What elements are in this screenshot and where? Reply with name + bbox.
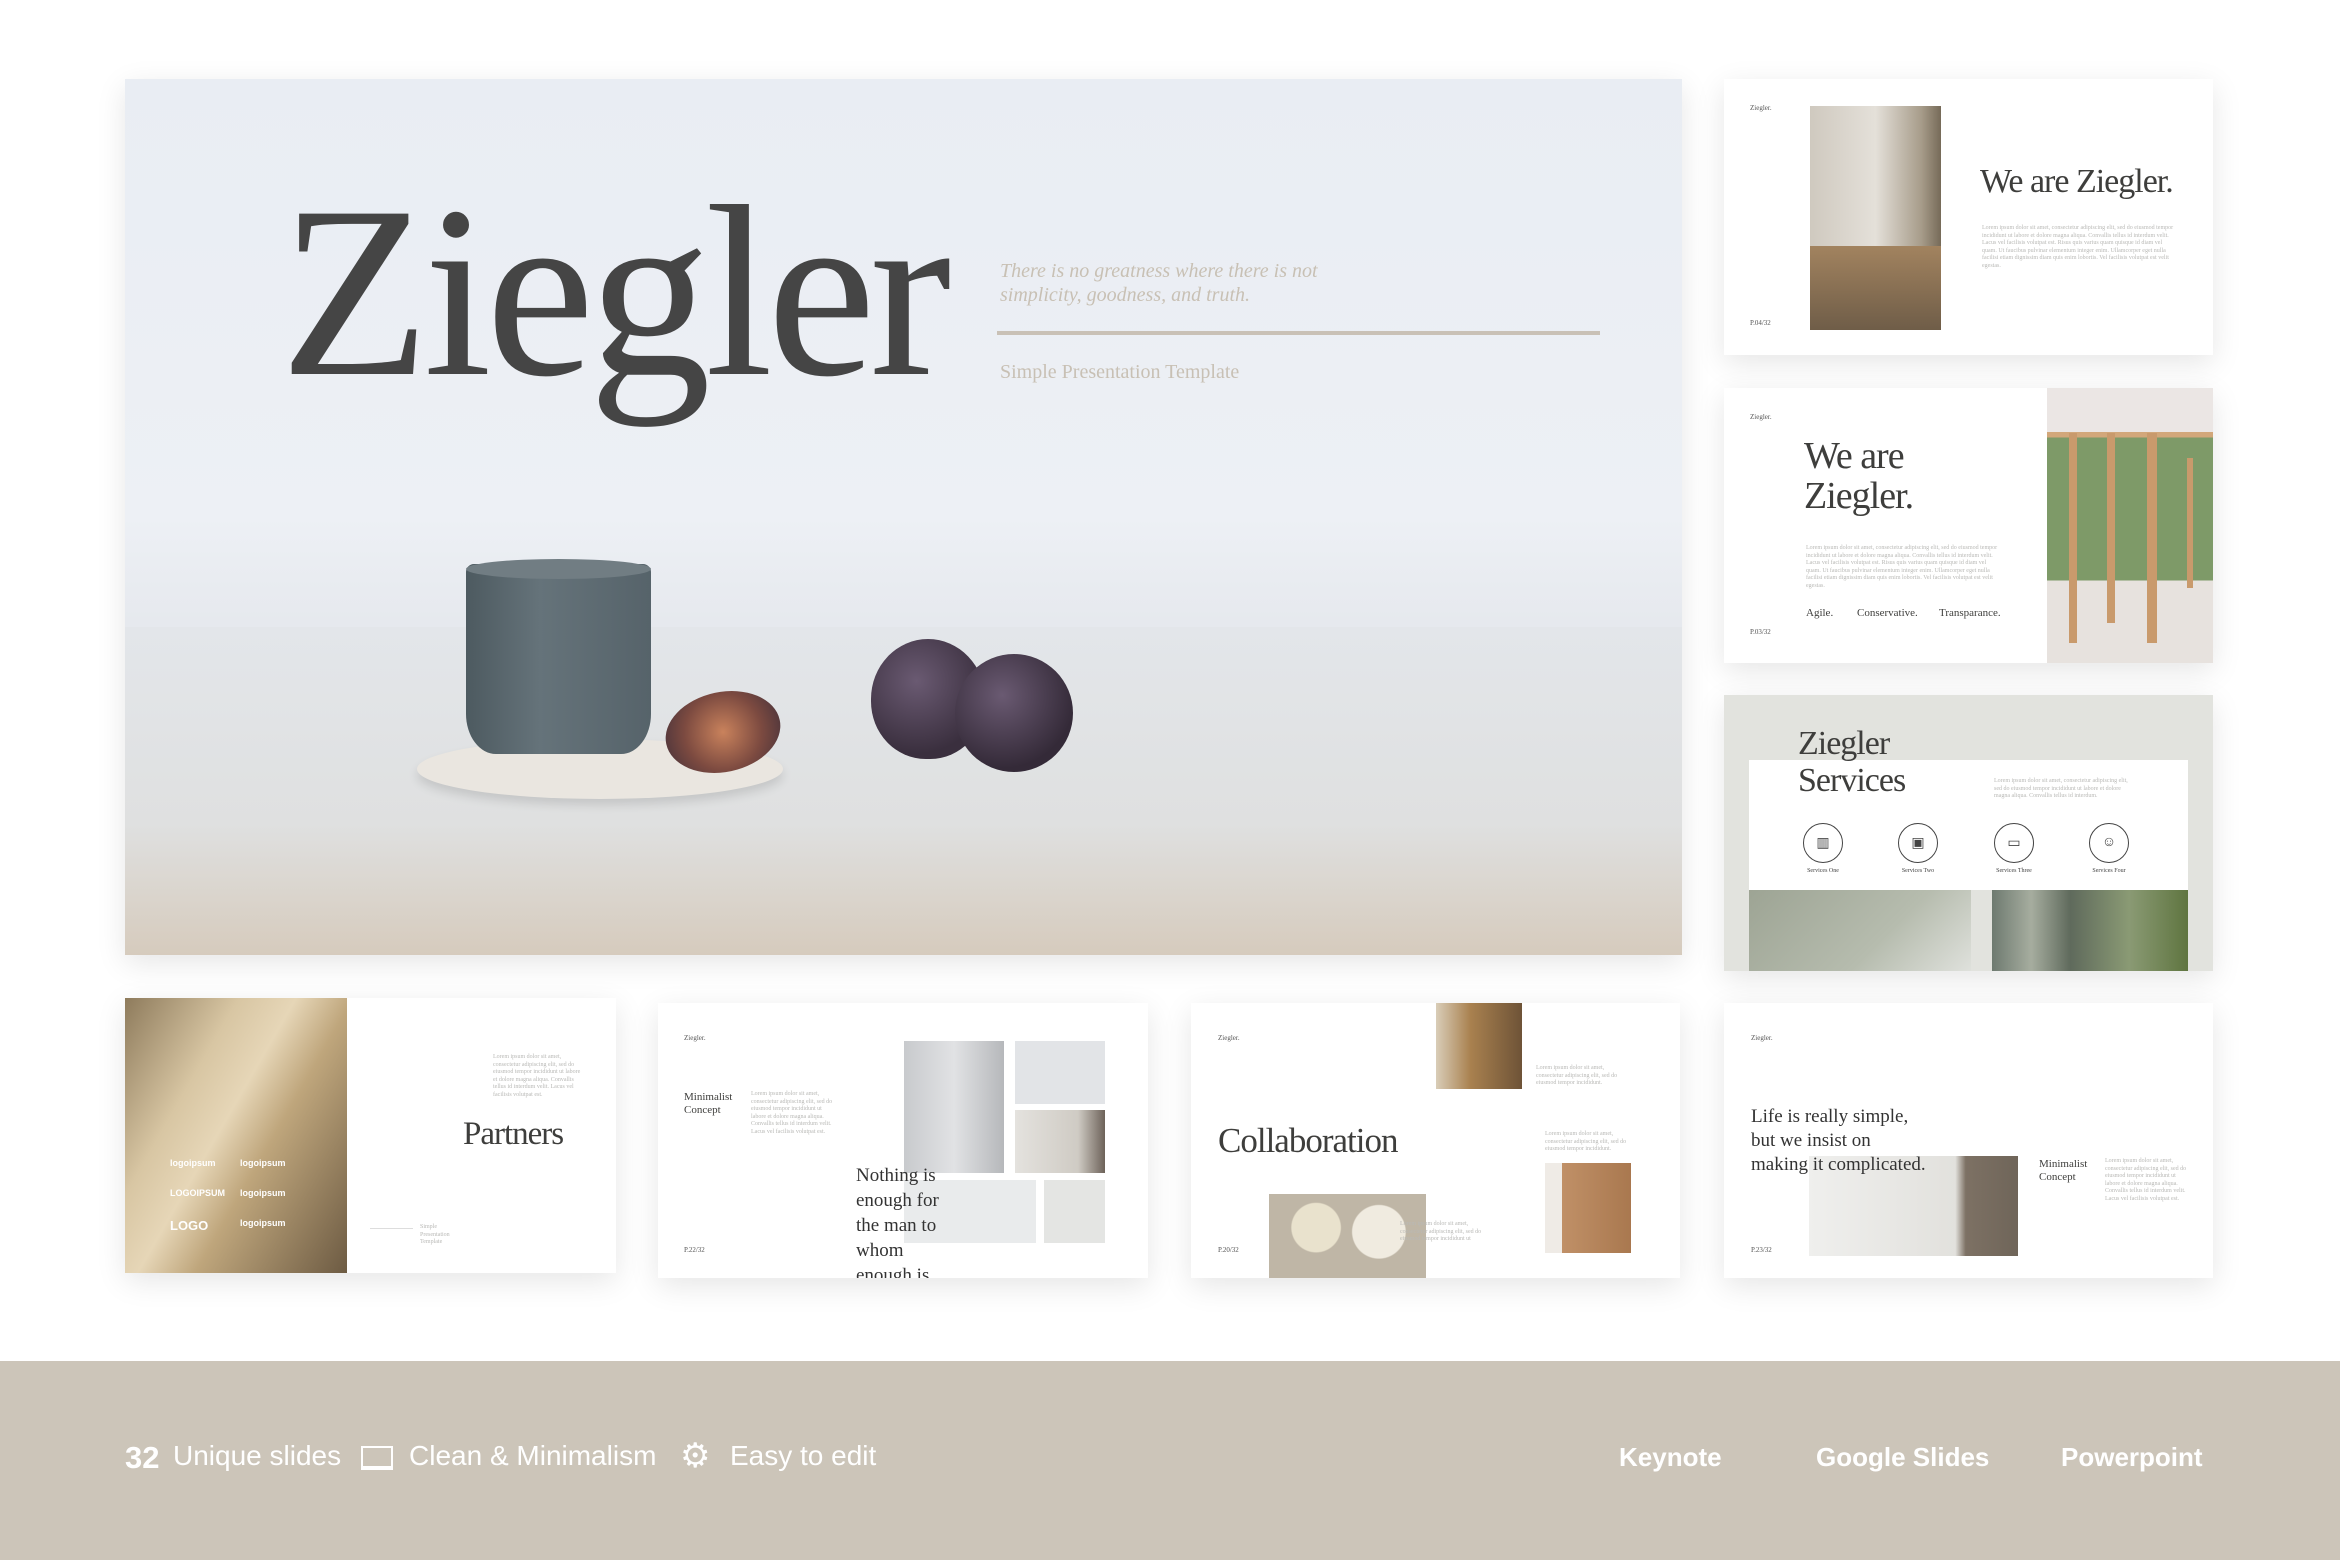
quote-line: but we insist on (1751, 1130, 1871, 1151)
slide-count-label: Unique slides (173, 1440, 342, 1471)
cabinet-photo (1545, 1163, 1631, 1253)
cup-rim (466, 559, 651, 579)
partner-logo: logoipsum (240, 1188, 286, 1198)
devices-icon: ▭ (1994, 823, 2034, 863)
quote: Nothing is enough for the man to whom en… (856, 1165, 939, 1278)
cup (466, 564, 651, 754)
section-heading: Minimalist Concept (684, 1091, 732, 1117)
body-text: Lorem ipsum dolor sit amet, consectetur … (1806, 545, 1998, 589)
value-conservative: Conservative. (1857, 607, 1918, 619)
partner-logo: LOGO (170, 1218, 209, 1233)
quote-line: making it complicated. (1751, 1154, 1926, 1175)
main-title: Ziegler (280, 156, 951, 427)
format-google-slides[interactable]: Google Slides (1816, 1442, 1989, 1473)
slide-thumb-life[interactable]: Ziegler. Life is really simple, but we i… (1724, 1003, 2213, 1278)
photo (904, 1041, 1004, 1173)
service-label: Services Three (1996, 868, 2032, 874)
kitchen-photo (1436, 1003, 1522, 1089)
title-line: Services (1798, 762, 1906, 799)
section-heading: Minimalist Concept (2039, 1158, 2087, 1184)
quote-line: Life is really simple, (1751, 1106, 1909, 1127)
body-text: Lorem ipsum dolor sit amet, consectetur … (1545, 1131, 1627, 1152)
feature-clean: Clean & Minimalism (409, 1440, 657, 1471)
partner-logo: logoipsum (240, 1218, 286, 1228)
service-label: Services Two (1901, 868, 1935, 874)
feature-easy-edit: Easy to edit (730, 1440, 877, 1471)
partner-logo: logoipsum (170, 1158, 216, 1168)
brand-label: Ziegler. (684, 1034, 706, 1042)
body-text: Lorem ipsum dolor sit amet, consectetur … (1536, 1065, 1618, 1086)
brand-label: Ziegler. (1218, 1034, 1240, 1042)
brand-label: Ziegler. (1750, 104, 1772, 112)
photo (1015, 1041, 1105, 1104)
value-agile: Agile. (1806, 607, 1834, 619)
heading-line: Minimalist (684, 1091, 733, 1103)
title-line: Ziegler (1798, 725, 1890, 762)
brand-label: Ziegler. (1751, 1034, 1773, 1042)
gear-icon: ⚙ (680, 1436, 711, 1476)
format-keynote[interactable]: Keynote (1619, 1442, 1722, 1473)
partner-logo: logoipsum (240, 1158, 286, 1168)
slide-title: Ziegler Services (1798, 725, 1906, 799)
services-photo-right (1992, 890, 2188, 971)
fig (955, 654, 1073, 772)
service-label: Services Four (2092, 868, 2126, 874)
slide-thumb-partners[interactable]: logoipsum logoipsum LOGOIPSUM logoipsum … (125, 998, 616, 1273)
body-text: Lorem ipsum dolor sit amet, consectetur … (493, 1054, 581, 1098)
slide-title: We are Ziegler. (1804, 435, 1914, 517)
photo (1044, 1180, 1105, 1243)
slide-thumb-minimalist[interactable]: Ziegler. Minimalist Concept Lorem ipsum … (658, 1003, 1148, 1278)
footer-text: Simple Presentation Template (420, 1224, 450, 1245)
dining-photo (1810, 106, 1941, 330)
slide-title: Partners (463, 1116, 564, 1152)
photo (1015, 1110, 1105, 1173)
slide-thumb-services[interactable]: Ziegler Services Lorem ipsum dolor sit a… (1724, 695, 2213, 971)
partners-photo: logoipsum logoipsum LOGOIPSUM logoipsum … (125, 998, 347, 1273)
main-slide-preview: Ziegler There is no greatness where ther… (125, 79, 1682, 955)
body-text: Lorem ipsum dolor sit amet, consectetur … (1982, 225, 2174, 269)
page-number: P.03/32 (1750, 628, 1771, 636)
divider (370, 1228, 413, 1229)
bar-chart-icon: ▥ (1803, 823, 1843, 863)
monitor-icon (361, 1446, 393, 1470)
service-label: Services One (1807, 868, 1839, 874)
body-text: Lorem ipsum dolor sit amet, consectetur … (751, 1091, 833, 1135)
smiley-icon: ☺ (2089, 823, 2129, 863)
main-quote: There is no greatness where there is not… (1000, 260, 1318, 306)
partner-logo: LOGOIPSUM (170, 1188, 226, 1198)
interior-photo (2047, 388, 2213, 663)
heading-line: Concept (2039, 1171, 2076, 1183)
services-photo-left (1749, 890, 1971, 971)
slide-title: We are Ziegler. (1980, 163, 2174, 200)
body-text: Lorem ipsum dolor sit amet, consectetur … (1994, 778, 2128, 799)
format-powerpoint[interactable]: Powerpoint (2061, 1442, 2203, 1473)
main-subtitle: Simple Presentation Template (1000, 361, 1240, 383)
body-text: Lorem ipsum dolor sit amet, consectetur … (2105, 1158, 2187, 1202)
page-number: P.23/32 (1751, 1246, 1772, 1254)
page-number: P.20/32 (1218, 1246, 1239, 1254)
heading-line: Concept (684, 1104, 721, 1116)
value-transparency: Transparance. (1939, 607, 2001, 619)
title-line: Ziegler. (1804, 475, 1914, 517)
title-line: We are (1804, 435, 1905, 477)
brand-label: Ziegler. (1750, 413, 1772, 421)
slide-thumb-we-are-2[interactable]: Ziegler. We are Ziegler. Lorem ipsum dol… (1724, 388, 2213, 663)
heading-line: Minimalist (2039, 1158, 2088, 1170)
slide-thumb-we-are[interactable]: Ziegler. We are Ziegler. Lorem ipsum dol… (1724, 79, 2213, 355)
divider (997, 331, 1600, 335)
slide-title: Collaboration (1218, 1121, 1398, 1160)
slide-count: 32 (125, 1440, 160, 1475)
page-number: P.04/32 (1750, 319, 1771, 327)
slide-thumb-collaboration[interactable]: Ziegler. Lorem ipsum dolor sit amet, con… (1191, 1003, 1680, 1278)
video-camera-icon: ▣ (1898, 823, 1938, 863)
logo-grid: logoipsum logoipsum LOGOIPSUM logoipsum … (170, 1158, 310, 1233)
body-text: Lorem ipsum dolor sit amet, consectetur … (1400, 1221, 1482, 1242)
quote: Life is really simple, but we insist on … (1751, 1105, 1926, 1177)
page-number: P.22/32 (684, 1246, 705, 1254)
